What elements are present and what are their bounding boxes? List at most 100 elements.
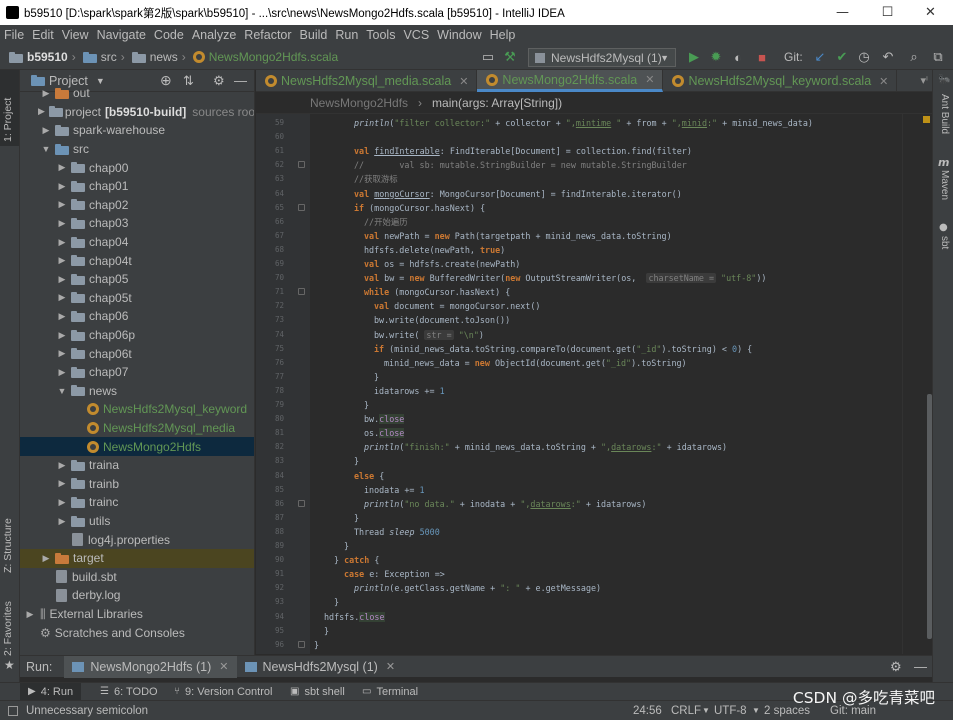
tree-item[interactable]: ▶ chap07 <box>20 363 254 382</box>
menu-edit[interactable]: Edit <box>28 28 58 42</box>
tree-item[interactable]: ▶ trainc <box>20 493 254 512</box>
editor-tab[interactable]: NewsMongo2Hdfs.scala ✕ <box>477 70 664 92</box>
code-line[interactable]: if (mongoCursor.hasNext) { <box>354 201 485 215</box>
tree-item[interactable]: build.sbt <box>20 568 254 587</box>
tree-item[interactable]: ⚙ Scratches and Consoles <box>20 623 254 642</box>
collapse-arrow-icon[interactable]: ▶ <box>56 237 68 248</box>
code-line[interactable]: } <box>354 511 359 525</box>
tree-item[interactable]: ▶ chap05 <box>20 270 254 289</box>
collapse-arrow-icon[interactable]: ▶ <box>56 497 68 508</box>
code-line[interactable]: } <box>334 595 339 609</box>
tree-item[interactable]: ▶ target <box>20 549 254 568</box>
expand-arrow-icon[interactable]: ▼ <box>40 144 52 154</box>
layout-icon[interactable]: ▭ <box>480 49 496 65</box>
code-line[interactable]: // val sb: mutable.StringBuilder = new m… <box>354 158 687 172</box>
run-tab-newsmongo2hdfs[interactable]: NewsMongo2Hdfs (1) ✕ <box>64 655 237 678</box>
sbt-tab[interactable]: sbt <box>939 236 950 249</box>
close-tab-icon[interactable]: ✕ <box>459 75 468 88</box>
crumb-method[interactable]: main(args: Array[String]) <box>432 96 562 110</box>
tool-window-button[interactable]: ▭ Terminal <box>354 683 426 701</box>
tree-item[interactable]: ▶ spark-warehouse <box>20 121 254 140</box>
code-line[interactable]: bw.close <box>364 412 405 426</box>
history-icon[interactable]: ◷ <box>856 49 872 65</box>
code-line[interactable]: bw.write( str = "\n") <box>374 328 484 342</box>
maven-tab[interactable]: Maven <box>939 170 950 200</box>
code-line[interactable]: } <box>374 370 379 384</box>
tree-item[interactable]: ▶ utils <box>20 512 254 531</box>
coverage-icon[interactable]: ◐ <box>730 49 746 65</box>
collapse-arrow-icon[interactable]: ▶ <box>56 255 68 266</box>
tool-window-button[interactable]: ▶ 4: Run <box>20 682 82 701</box>
hide-icon[interactable]: — <box>914 659 927 674</box>
code-line[interactable]: Thread sleep 5000 <box>354 525 440 539</box>
code-editor[interactable]: println("filter collector:" + collector … <box>310 114 902 654</box>
code-line[interactable]: val mongoCursor: MongoCursor[Document] =… <box>354 187 682 201</box>
menu-help[interactable]: Help <box>486 28 520 42</box>
code-line[interactable]: idatarows += 1 <box>374 384 445 398</box>
code-line[interactable]: while (mongoCursor.hasNext) { <box>364 285 510 299</box>
menu-view[interactable]: View <box>58 28 93 42</box>
tree-item[interactable]: NewsHdfs2Mysql_media <box>20 419 254 438</box>
collapse-arrow-icon[interactable]: ▶ <box>40 88 52 99</box>
tree-item[interactable]: ▼ news <box>20 382 254 401</box>
tree-item[interactable]: ▶ chap04t <box>20 251 254 270</box>
file-encoding[interactable]: UTF-8 <box>714 705 747 717</box>
close-icon[interactable]: ✕ <box>219 660 228 673</box>
code-line[interactable]: //获取游标 <box>354 172 398 186</box>
code-line[interactable]: else { <box>354 469 384 483</box>
tree-item[interactable]: ▶ chap01 <box>20 177 254 196</box>
fold-marker-icon[interactable] <box>298 288 305 296</box>
tree-item[interactable]: ▶ chap00 <box>20 158 254 177</box>
tree-item[interactable]: NewsHdfs2Mysql_keyword <box>20 400 254 419</box>
menu-build[interactable]: Build <box>296 28 332 42</box>
close-icon[interactable]: ✕ <box>386 660 395 673</box>
menu-navigate[interactable]: Navigate <box>93 28 150 42</box>
project-tab-label[interactable]: 1: Project <box>2 98 14 142</box>
run-icon[interactable]: ▶ <box>686 49 702 65</box>
crumb-file[interactable]: NewsMongo2Hdfs.scala <box>209 50 338 64</box>
tree-item[interactable]: ▶ project [b59510-build] sources roo <box>20 103 254 122</box>
fold-marker-icon[interactable] <box>298 499 305 507</box>
collapse-arrow-icon[interactable]: ▶ <box>56 292 68 303</box>
code-line[interactable]: } <box>314 638 319 652</box>
code-line[interactable]: os.close <box>364 426 405 440</box>
crumb-src[interactable]: src <box>101 50 117 64</box>
close-window-button[interactable]: ✕ <box>908 0 953 25</box>
collapse-arrow-icon[interactable]: ▶ <box>56 516 68 527</box>
menu-tools[interactable]: Tools <box>362 28 399 42</box>
tree-item[interactable]: ▶ traina <box>20 456 254 475</box>
code-line[interactable]: val bw = new BufferedWriter(new OutputSt… <box>364 271 766 285</box>
collapse-arrow-icon[interactable]: ▶ <box>56 348 68 359</box>
collapse-arrow-icon[interactable]: ▶ <box>56 274 68 285</box>
scroll-thumb[interactable] <box>927 394 932 639</box>
tool-window-button[interactable]: ⑂ 9: Version Control <box>166 683 280 701</box>
collapse-arrow-icon[interactable]: ▶ <box>56 199 68 210</box>
code-line[interactable]: hdfsfs.close <box>324 610 385 624</box>
close-tab-icon[interactable]: ✕ <box>879 75 888 88</box>
code-line[interactable]: val os = hdfsfs.create(newPath) <box>364 257 520 271</box>
collapse-arrow-icon[interactable]: ▶ <box>40 553 52 564</box>
code-line[interactable]: } catch { <box>334 553 379 567</box>
tree-item[interactable]: derby.log <box>20 586 254 605</box>
git-commit-icon[interactable]: ✔ <box>834 49 850 65</box>
maximize-button[interactable]: ☐ <box>865 0 910 25</box>
code-line[interactable]: case e: Exception => <box>344 567 445 581</box>
search-icon[interactable]: ⌕ <box>906 49 922 65</box>
tree-item[interactable]: ▶ chap06t <box>20 344 254 363</box>
tree-item[interactable]: ▶ chap03 <box>20 214 254 233</box>
tool-window-button[interactable]: ▣ sbt shell <box>282 683 353 701</box>
fold-marker-icon[interactable] <box>298 640 305 648</box>
tree-item[interactable]: ▶ out <box>20 84 254 103</box>
build-hammer-icon[interactable]: ⚒ <box>502 49 518 65</box>
code-line[interactable]: inodata += 1 <box>364 483 425 497</box>
collapse-arrow-icon[interactable]: ▶ <box>56 162 68 173</box>
menu-code[interactable]: Code <box>150 28 188 42</box>
gear-icon[interactable]: ⚙ <box>890 659 902 675</box>
git-update-icon[interactable]: ↙ <box>812 49 828 65</box>
code-line[interactable]: } <box>324 624 329 638</box>
stop-icon[interactable]: ■ <box>754 49 770 65</box>
code-line[interactable]: } <box>354 454 359 468</box>
menu-file[interactable]: File <box>0 28 28 42</box>
collapse-arrow-icon[interactable]: ▶ <box>56 311 68 322</box>
code-line[interactable]: println("no data." + inodata + ",datarow… <box>364 497 646 511</box>
